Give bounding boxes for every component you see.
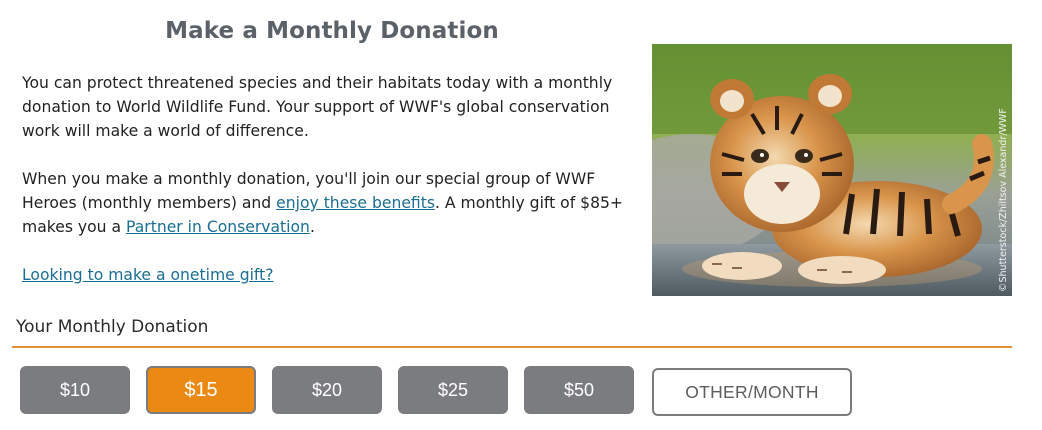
intro-paragraph-2: When you make a monthly donation, you'll…	[22, 167, 642, 239]
section-divider	[12, 346, 1012, 348]
amount-button-20[interactable]: $20	[272, 366, 382, 414]
amount-button-15[interactable]: $15	[146, 366, 256, 414]
benefits-link[interactable]: enjoy these benefits	[276, 194, 435, 212]
amount-button-50[interactable]: $50	[524, 366, 634, 414]
amount-button-10[interactable]: $10	[20, 366, 130, 414]
other-amount-button[interactable]: OTHER/MONTH	[652, 368, 852, 416]
amount-button-25[interactable]: $25	[398, 366, 508, 414]
intro-paragraph-2-text: .	[309, 218, 315, 236]
page-title: Make a Monthly Donation	[165, 18, 499, 44]
monthly-donation-label: Your Monthly Donation	[16, 317, 209, 337]
onetime-gift-link[interactable]: Looking to make a onetime gift?	[22, 266, 274, 284]
intro-text: You can protect threatened species and t…	[22, 71, 642, 311]
photo-credit: ©Shutterstock/Zhiltsov Alexandr/WWF	[998, 108, 1009, 292]
intro-paragraph-3: Looking to make a onetime gift?	[22, 263, 642, 287]
intro-paragraph-1: You can protect threatened species and t…	[22, 74, 613, 140]
tiger-cub-image: ©Shutterstock/Zhiltsov Alexandr/WWF	[652, 44, 1012, 296]
partner-in-conservation-link[interactable]: Partner in Conservation	[126, 218, 310, 236]
tiger-cub-photo: ©Shutterstock/Zhiltsov Alexandr/WWF	[652, 44, 1012, 296]
